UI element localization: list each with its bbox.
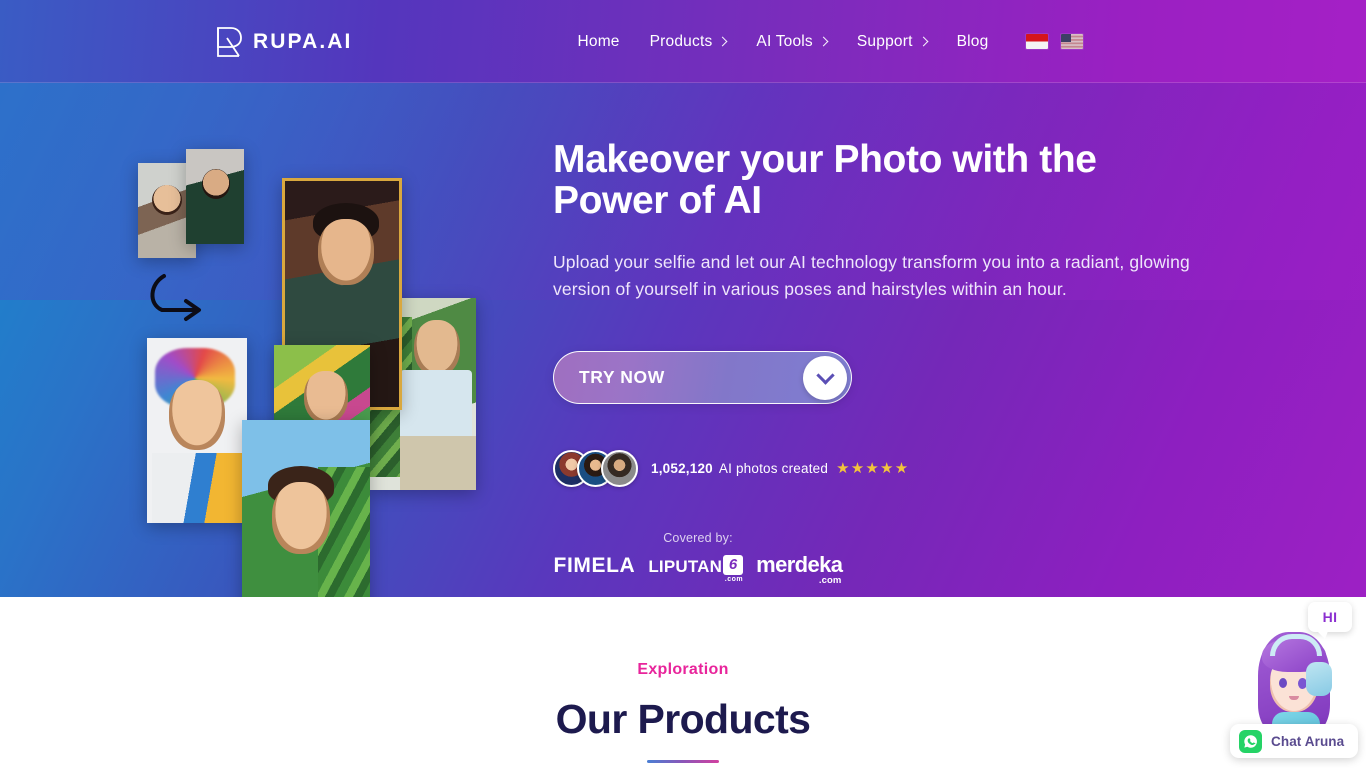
language-switcher [1026, 34, 1084, 49]
avatar-group [553, 450, 638, 487]
nav-label: AI Tools [756, 32, 813, 50]
press-coverage: Covered by: FIMELA LIPUTAN 6 .com merdek… [553, 531, 843, 585]
site-header: RUPA.AI Home Products AI Tools Support B… [0, 0, 1366, 83]
press-logo-row: FIMELA LIPUTAN 6 .com merdeka .com [553, 552, 843, 585]
star-icon: ★ [850, 460, 865, 477]
nav-item-ai-tools[interactable]: AI Tools [741, 25, 841, 59]
star-icon: ★ [865, 460, 880, 477]
fimela-logo: FIMELA [553, 553, 636, 577]
aruna-avatar [1248, 628, 1344, 738]
photos-created-label: AI photos created [718, 461, 829, 476]
merdeka-wordmark: merdeka [756, 552, 843, 577]
nav-label: Support [856, 32, 913, 50]
liputan6-wordmark: LIPUTAN [648, 557, 723, 576]
merdeka-domain: .com [818, 574, 842, 586]
chevron-right-icon [717, 36, 728, 46]
merdeka-logo: merdeka .com [756, 552, 843, 585]
avatar [601, 450, 638, 487]
collage-selfie-photo [186, 149, 244, 244]
try-now-button[interactable]: TRY NOW [553, 351, 852, 404]
nav-label: Products [649, 32, 713, 50]
nav-label: Blog [956, 32, 989, 50]
main-navigation: Home Products AI Tools Support Blog [562, 25, 1084, 59]
star-rating: ★ ★ ★ ★ ★ [836, 461, 908, 476]
brand-logo[interactable]: RUPA.AI [215, 26, 352, 58]
curved-arrow-icon [150, 274, 201, 321]
try-now-label: TRY NOW [579, 367, 665, 387]
chat-bubble-text: HI [1322, 609, 1338, 625]
chat-widget[interactable]: HI Chat Aruna [1226, 600, 1362, 768]
nav-item-home[interactable]: Home [562, 25, 634, 59]
nav-item-products[interactable]: Products [635, 25, 742, 59]
star-icon: ★ [836, 460, 850, 477]
rupa-logo-icon [217, 26, 242, 57]
nav-item-blog[interactable]: Blog [942, 25, 1004, 59]
liputan6-mark: 6 [723, 555, 744, 575]
social-proof-text: 1,052,120 AI photos created ★ ★ ★ ★ ★ [651, 461, 908, 476]
hero-subheadline: Upload your selfie and let our AI techno… [553, 252, 1190, 299]
section-eyebrow: Exploration [637, 661, 729, 678]
chat-aruna-button[interactable]: Chat Aruna [1230, 724, 1358, 758]
whatsapp-icon [1239, 729, 1262, 753]
page-title: Makeover your Photo with the Power of AI [553, 138, 1097, 222]
collage-ai-photo [147, 338, 247, 523]
liputan6-domain: .com [724, 576, 744, 583]
flag-united-states-icon[interactable] [1061, 34, 1084, 49]
hero-photo-collage [130, 149, 500, 597]
liputan6-logo: LIPUTAN 6 .com [648, 555, 744, 583]
brand-name: RUPA.AI [253, 29, 353, 53]
star-icon: ★ [880, 460, 894, 477]
flag-indonesia-icon[interactable] [1026, 34, 1049, 49]
nav-label: Home [577, 32, 620, 50]
section-underline [647, 760, 719, 763]
chevron-right-icon [918, 36, 929, 46]
hero-content: Makeover your Photo with the Power of AI… [553, 139, 1233, 404]
social-proof: 1,052,120 AI photos created ★ ★ ★ ★ ★ [553, 450, 908, 487]
chevron-right-icon [818, 36, 829, 46]
landing-page: Makeover your Photo with the Power of AI… [0, 0, 1366, 768]
photos-created-count: 1,052,120 [651, 461, 713, 476]
covered-by-label: Covered by: [663, 531, 733, 545]
collage-ai-photo [242, 420, 370, 597]
hero-section: Makeover your Photo with the Power of AI… [0, 0, 1366, 597]
products-section: Exploration Our Products [0, 597, 1366, 768]
nav-item-support[interactable]: Support [842, 25, 942, 59]
chat-aruna-label: Chat Aruna [1271, 733, 1345, 749]
chevron-down-icon[interactable] [803, 355, 847, 400]
section-title: Our Products [555, 696, 811, 742]
star-icon: ★ [894, 460, 909, 477]
